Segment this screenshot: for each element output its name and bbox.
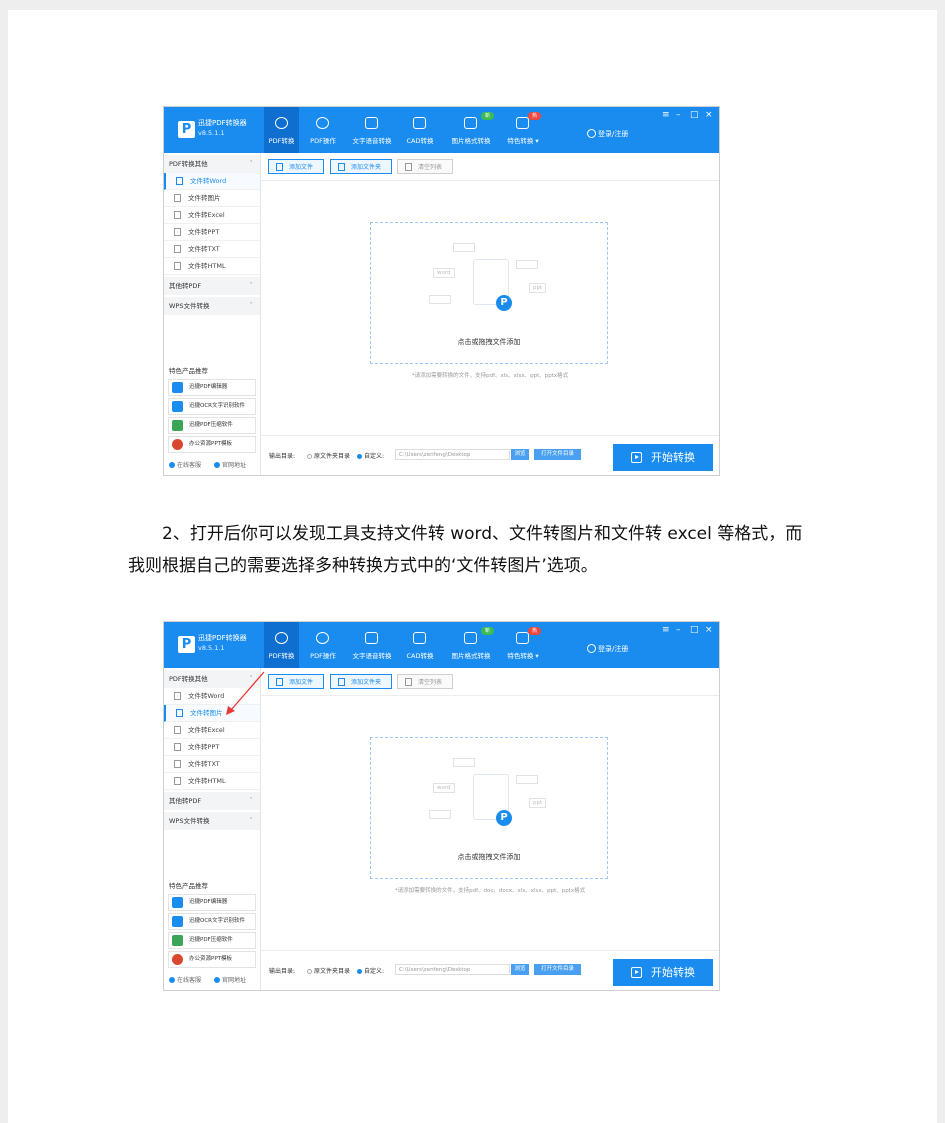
toolbar-divider	[261, 180, 719, 181]
close-icon[interactable]: ×	[705, 110, 713, 120]
menu-icon[interactable]: ≡	[662, 110, 670, 120]
arrow-shaft	[230, 671, 265, 711]
product-ppt-template[interactable]: 办公资源PPT模板	[168, 436, 256, 453]
play-icon	[631, 452, 642, 463]
start-convert-button[interactable]: 开始转换	[613, 444, 713, 471]
nav-cad[interactable]: CAD转换	[402, 107, 438, 153]
sidebar-section-pdf-other[interactable]: PDF转换其他 ˆ	[164, 155, 260, 173]
add-file-icon	[276, 163, 283, 171]
output-path-field[interactable]: C:\Users\zenfeng\Desktop	[395, 449, 510, 460]
red-arrow-annotation	[226, 671, 265, 715]
gear-icon	[316, 117, 329, 129]
file-icon	[174, 245, 181, 253]
add-folder-button[interactable]: 添加文件夹	[330, 159, 392, 174]
service-icon	[169, 462, 175, 468]
pdf-logo-icon: P	[496, 295, 512, 311]
trash-icon	[405, 163, 412, 171]
app-header: P 迅捷PDF转换器 v8.5.1.1 PDF转换 PDF操作 文字语音转换 C…	[164, 107, 719, 153]
folder-icon	[338, 163, 345, 171]
cad-icon	[413, 117, 426, 129]
product-ocr[interactable]: 迅捷OCR文字识别软件	[168, 398, 256, 415]
add-file-button[interactable]: 添加文件	[268, 159, 324, 174]
app-name: 迅捷PDF转换器	[198, 119, 247, 127]
new-badge: 新	[481, 112, 495, 120]
nav-image-format[interactable]: 图片格式转换 新	[446, 107, 496, 153]
website-link[interactable]: 官网地址	[214, 460, 246, 469]
open-folder-button[interactable]: 打开文件目录	[534, 449, 581, 460]
globe-icon	[214, 462, 220, 468]
source-dir-option[interactable]: 原文件夹目录	[307, 451, 350, 460]
featured-title: 特色产品推荐	[169, 367, 208, 375]
login-link[interactable]: 登录/注册	[587, 129, 628, 139]
audio-icon	[365, 117, 378, 129]
camera-icon	[516, 117, 529, 129]
hot-badge: 热	[528, 112, 542, 120]
dropzone-text: 点击或拖拽文件添加	[457, 338, 521, 346]
refresh-icon	[274, 117, 288, 129]
output-label: 输出目录:	[269, 453, 296, 460]
sidebar: PDF转换其他 ˆ 文件转Word 文件转图片 文件转Excel 文件转PPT 文…	[164, 153, 261, 475]
body-paragraph: 2、打开后你可以发现工具支持文件转 word、文件转图片和文件转 excel 等…	[128, 524, 803, 576]
sidebar-item-image[interactable]: 文件转图片	[164, 190, 260, 207]
main-panel: 添加文件 添加文件夹 清空列表 word ppt P 点击或拖拽文件添加 *请添…	[261, 153, 719, 475]
product-pdf-editor[interactable]: 迅捷PDF编辑器	[168, 379, 256, 396]
file-icon	[174, 194, 181, 202]
screenshot-1: P 迅捷PDF转换器 v8.5.1.1 PDF转换 PDF操作 文字语音转换 C…	[163, 106, 720, 476]
nav-pdf-operate[interactable]: PDF操作	[304, 107, 342, 153]
chevron-down-icon: ˇ	[249, 302, 254, 310]
ppt-template-icon	[172, 439, 183, 450]
word-chip: word	[433, 268, 455, 278]
file-chip	[516, 260, 538, 269]
sidebar-section-to-pdf[interactable]: 其他转PDF ˇ	[164, 277, 260, 295]
format-hint: *请添加需要转换的文件，支持pdf、xls、xlsx、ppt、pptx格式	[411, 373, 569, 379]
chevron-down-icon: ˇ	[249, 282, 254, 290]
sidebar-item-html[interactable]: 文件转HTML	[164, 258, 260, 275]
nav-special[interactable]: 特色转换 ▾ 热	[502, 107, 544, 153]
bottom-bar: 输出目录: 原文件夹目录 自定义: C:\Users\zenfeng\Deskt…	[261, 435, 719, 475]
browse-button[interactable]: 浏览	[511, 449, 529, 460]
image-icon	[464, 117, 477, 129]
online-service-link[interactable]: 在线客服	[169, 460, 201, 469]
sidebar-item-word[interactable]: 文件转Word	[164, 173, 260, 190]
screenshot-2: P 迅捷PDF转换器 v8.5.1.1 PDF转换 PDF操作 文字语音转换 C…	[163, 621, 720, 991]
file-chip	[429, 295, 451, 304]
file-dropzone[interactable]: word ppt P 点击或拖拽文件添加	[370, 222, 608, 364]
minimize-icon[interactable]: –	[676, 110, 681, 120]
compress-icon	[172, 420, 183, 431]
clear-list-button[interactable]: 清空列表	[397, 159, 453, 174]
sidebar-item-txt[interactable]: 文件转TXT	[164, 241, 260, 258]
product-compress[interactable]: 迅捷PDF压缩软件	[168, 417, 256, 434]
maximize-icon[interactable]: □	[690, 110, 699, 120]
file-icon	[174, 211, 181, 219]
nav-pdf-convert[interactable]: PDF转换	[264, 107, 299, 153]
file-icon	[174, 262, 181, 270]
sidebar-item-excel[interactable]: 文件转Excel	[164, 207, 260, 224]
custom-dir-option[interactable]: 自定义:	[357, 451, 384, 460]
chevron-up-icon: ˆ	[249, 160, 254, 168]
sidebar-section-wps[interactable]: WPS文件转换 ˇ	[164, 297, 260, 315]
ppt-chip: ppt	[529, 283, 547, 293]
nav-text-voice[interactable]: 文字语音转换	[348, 107, 396, 153]
sidebar-item-ppt[interactable]: 文件转PPT	[164, 224, 260, 241]
file-chip	[453, 243, 475, 252]
ocr-icon	[172, 401, 183, 412]
pdf-editor-icon	[172, 382, 183, 393]
radio-icon	[307, 454, 312, 459]
app-logo-icon: P	[178, 121, 195, 138]
user-icon	[587, 129, 596, 138]
file-icon	[174, 228, 181, 236]
radio-icon	[357, 454, 362, 459]
app-version: v8.5.1.1	[198, 129, 225, 137]
file-icon	[176, 177, 183, 185]
